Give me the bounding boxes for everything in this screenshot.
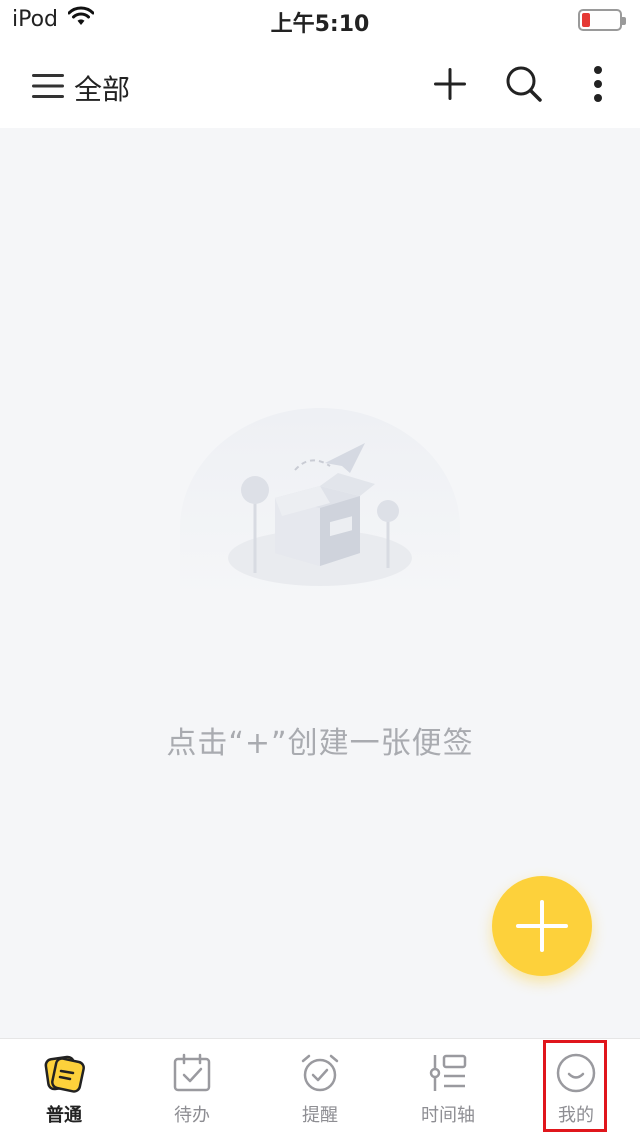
calendar-check-icon [170,1051,214,1095]
tab-label: 普通 [46,1105,82,1126]
more-vertical-icon [594,66,602,102]
empty-box-illustration [170,408,470,598]
note-icon [42,1051,86,1095]
bottom-tab-bar: 普通 待办 提醒 时间轴 我的 [0,1038,640,1136]
alarm-clock-icon [298,1051,342,1095]
plus-icon [434,68,466,100]
hamburger-icon [32,73,64,103]
empty-state-message: 点击“+”创建一张便签 [166,726,474,761]
tab-normal[interactable]: 普通 [0,1039,128,1136]
search-button[interactable] [502,62,546,106]
search-icon [506,66,542,102]
tab-todo[interactable]: 待办 [128,1039,256,1136]
header-actions [428,62,620,106]
app-header: 全部 [0,40,640,128]
page-title: 全部 [74,73,131,106]
tab-label: 提醒 [302,1105,338,1126]
tab-mine[interactable]: 我的 [512,1039,640,1136]
menu-button[interactable]: 全部 [32,68,130,108]
smiley-icon [554,1051,598,1095]
status-bar: iPod 上午5:10 [0,0,640,40]
create-note-fab[interactable] [492,876,592,976]
tab-reminder[interactable]: 提醒 [256,1039,384,1136]
tab-timeline[interactable]: 时间轴 [384,1039,512,1136]
plus-icon [516,900,568,952]
tab-label: 待办 [174,1105,210,1126]
add-button[interactable] [428,62,472,106]
tab-label: 时间轴 [421,1105,475,1126]
battery-icon [578,9,626,31]
status-time: 上午5:10 [270,12,370,37]
main-content: 点击“+”创建一张便签 [0,128,640,1038]
tab-label: 我的 [558,1105,594,1126]
more-button[interactable] [576,62,620,106]
timeline-icon [426,1051,470,1095]
